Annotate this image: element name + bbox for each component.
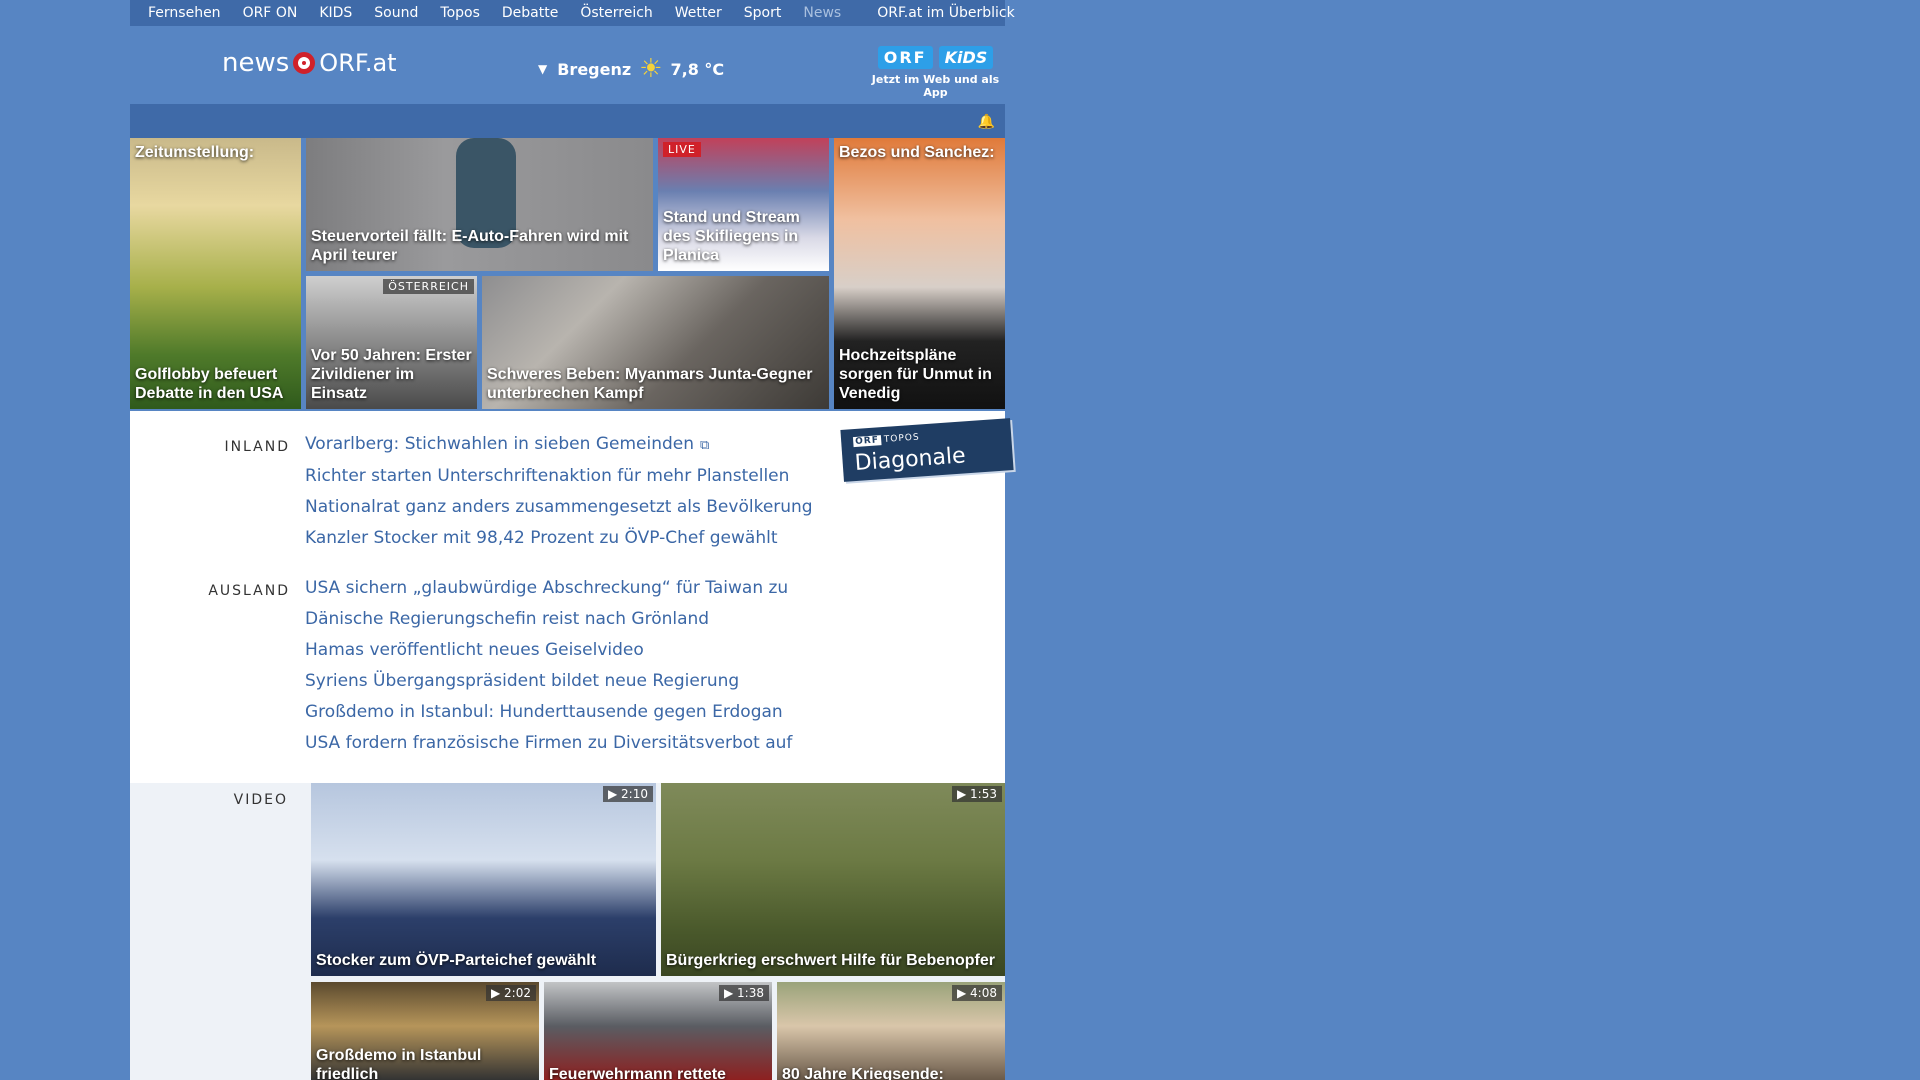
- teaser-caption: Stand und Stream des Skifliegens in Plan…: [663, 209, 800, 264]
- teaser-caption: Schweres Beben: Myanmars Junta-Gegner un…: [487, 366, 813, 402]
- category-tag: ÖSTERREICH: [383, 279, 474, 294]
- topos-label: TOPOS: [883, 432, 921, 445]
- teaser-golf[interactable]: Zeitumstellung: Golflobby befeuert Debat…: [130, 138, 301, 409]
- bell-icon[interactable]: 🔔: [978, 114, 995, 130]
- page-container: Fernsehen ORF ON KIDS Sound Topos Debatt…: [130, 0, 1015, 1080]
- teaser-caption: Bürgerkrieg erschwert Hilfe für Bebenopf…: [666, 952, 995, 969]
- section-label-inland: INLAND: [224, 439, 290, 455]
- live-badge: LIVE: [663, 142, 701, 157]
- nav-overview[interactable]: ORF.at im Überblick: [877, 5, 1014, 21]
- ausland-link[interactable]: Großdemo in Istanbul: Hunderttausende ge…: [305, 697, 792, 728]
- ausland-link[interactable]: Hamas veröffentlicht neues Geiselvideo: [305, 635, 792, 666]
- nav-topos[interactable]: Topos: [440, 5, 479, 21]
- news-orf-logo[interactable]: news ORF.at: [222, 48, 397, 78]
- site-header: news ORF.at ▼ Bregenz ☀ 7,8 °C ORF KiDS …: [130, 26, 1005, 104]
- ausland-links: USA sichern „glaubwürdige Abschreckung“ …: [305, 573, 792, 759]
- ausland-link[interactable]: Syriens Übergangspräsident bildet neue R…: [305, 666, 792, 697]
- inland-link[interactable]: Vorarlberg: Stichwahlen in sieben Gemein…: [305, 429, 813, 461]
- teaser-caption: Golflobby befeuert Debatte in den USA: [135, 366, 284, 402]
- logo-news-text: news: [222, 48, 290, 78]
- nav-oesterreich[interactable]: Österreich: [580, 5, 652, 21]
- orf-mini-logo: ORF: [852, 435, 882, 448]
- teaser-caption: Steuervorteil fällt: E-Auto-Fahren wird …: [311, 228, 629, 264]
- section-label-ausland: AUSLAND: [208, 583, 290, 599]
- inland-link[interactable]: Nationalrat ganz anders zusammengesetzt …: [305, 492, 813, 523]
- video-duration: ▶ 1:53: [952, 786, 1002, 802]
- inland-link[interactable]: Kanzler Stocker mit 98,42 Prozent zu ÖVP…: [305, 523, 813, 554]
- video-duration: ▶ 1:38: [719, 985, 769, 1001]
- video-duration: ▶ 2:02: [486, 985, 536, 1001]
- teaser-caption: Vor 50 Jahren: Erster Zivildiener im Ein…: [311, 347, 472, 402]
- diagonale-kicker: ORF TOPOS: [852, 432, 921, 448]
- weather-widget[interactable]: ▼ Bregenz ☀ 7,8 °C: [538, 56, 724, 82]
- video-teaser-feuerwehr[interactable]: ▶ 1:38 Feuerwehrmann rettete: [544, 982, 772, 1080]
- teaser-bezos[interactable]: Bezos und Sanchez: Hochzeitspläne sorgen…: [834, 138, 1005, 409]
- teaser-beben[interactable]: Schweres Beben: Myanmars Junta-Gegner un…: [482, 276, 829, 409]
- teaser-caption: Feuerwehrmann rettete: [549, 1066, 726, 1080]
- video-teaser-stocker[interactable]: ▶ 2:10 Stocker zum ÖVP-Parteichef gewähl…: [311, 783, 656, 976]
- nav-fernsehen[interactable]: Fernsehen: [148, 5, 221, 21]
- nav-sport[interactable]: Sport: [744, 5, 782, 21]
- inland-link[interactable]: Richter starten Unterschriftenaktion für…: [305, 461, 813, 492]
- nav-news[interactable]: News: [803, 5, 841, 21]
- orf-kids-promo[interactable]: ORF KiDS Jetzt im Web und als App: [866, 46, 1005, 99]
- teaser-zivildiener[interactable]: ÖSTERREICH Vor 50 Jahren: Erster Zivildi…: [306, 276, 477, 409]
- dropdown-triangle-icon: ▼: [538, 62, 548, 76]
- top-navigation: Fernsehen ORF ON KIDS Sound Topos Debatt…: [130, 0, 1015, 26]
- kids-logo: ORF KiDS: [866, 46, 1005, 69]
- weather-city: Bregenz: [557, 59, 632, 79]
- nav-kids[interactable]: KIDS: [319, 5, 352, 21]
- inland-links: Vorarlberg: Stichwahlen in sieben Gemein…: [305, 429, 813, 554]
- teaser-caption: Hochzeitspläne sorgen für Unmut in Vened…: [839, 347, 992, 402]
- weather-temperature: 7,8 °C: [670, 59, 725, 79]
- kids-kids-badge: KiDS: [938, 46, 994, 69]
- teaser-skifliegen[interactable]: LIVE Stand und Stream des Skifliegens in…: [658, 138, 829, 271]
- section-label-video: VIDEO: [233, 792, 288, 808]
- toolbar-bar: 🔔: [130, 104, 1005, 138]
- video-teaser-kriegsende[interactable]: ▶ 4:08 80 Jahre Kriegsende:: [777, 982, 1005, 1080]
- video-duration: ▶ 4:08: [952, 985, 1002, 1001]
- video-teaser-istanbul[interactable]: ▶ 2:02 Großdemo in Istanbul friedlich: [311, 982, 539, 1080]
- news-content: INLAND Vorarlberg: Stichwahlen in sieben…: [130, 411, 1014, 783]
- nav-orf-on[interactable]: ORF ON: [243, 5, 298, 21]
- teaser-kicker: Zeitumstellung:: [135, 144, 255, 161]
- external-link-icon: ⧉: [700, 438, 710, 453]
- teaser-caption: Stocker zum ÖVP-Parteichef gewählt: [316, 952, 597, 969]
- diagonale-banner[interactable]: ORF TOPOS Diagonale: [840, 418, 1014, 482]
- ausland-link[interactable]: Dänische Regierungschefin reist nach Grö…: [305, 604, 792, 635]
- nav-wetter[interactable]: Wetter: [675, 5, 722, 21]
- logo-orf-text: ORF.at: [319, 49, 397, 77]
- ausland-link[interactable]: USA fordern französische Firmen zu Diver…: [305, 728, 792, 759]
- kids-orf-badge: ORF: [877, 46, 933, 69]
- teaser-caption: Großdemo in Istanbul friedlich: [316, 1047, 482, 1080]
- link-text: Vorarlberg: Stichwahlen in sieben Gemein…: [305, 434, 694, 454]
- kids-subtitle: Jetzt im Web und als App: [871, 73, 1000, 99]
- nav-debatte[interactable]: Debatte: [502, 5, 558, 21]
- sun-icon: ☀: [639, 54, 663, 84]
- video-duration: ▶ 2:10: [603, 786, 653, 802]
- teaser-caption: 80 Jahre Kriegsende:: [782, 1066, 944, 1080]
- video-teaser-buergerkrieg[interactable]: ▶ 1:53 Bürgerkrieg erschwert Hilfe für B…: [661, 783, 1005, 976]
- ausland-link[interactable]: USA sichern „glaubwürdige Abschreckung“ …: [305, 573, 792, 604]
- teaser-kicker: Bezos und Sanchez:: [839, 144, 995, 161]
- orf-eye-icon: [293, 52, 316, 74]
- teaser-eauto[interactable]: Steuervorteil fällt: E-Auto-Fahren wird …: [306, 138, 653, 271]
- diagonale-title: Diagonale: [853, 443, 967, 477]
- nav-sound[interactable]: Sound: [374, 5, 418, 21]
